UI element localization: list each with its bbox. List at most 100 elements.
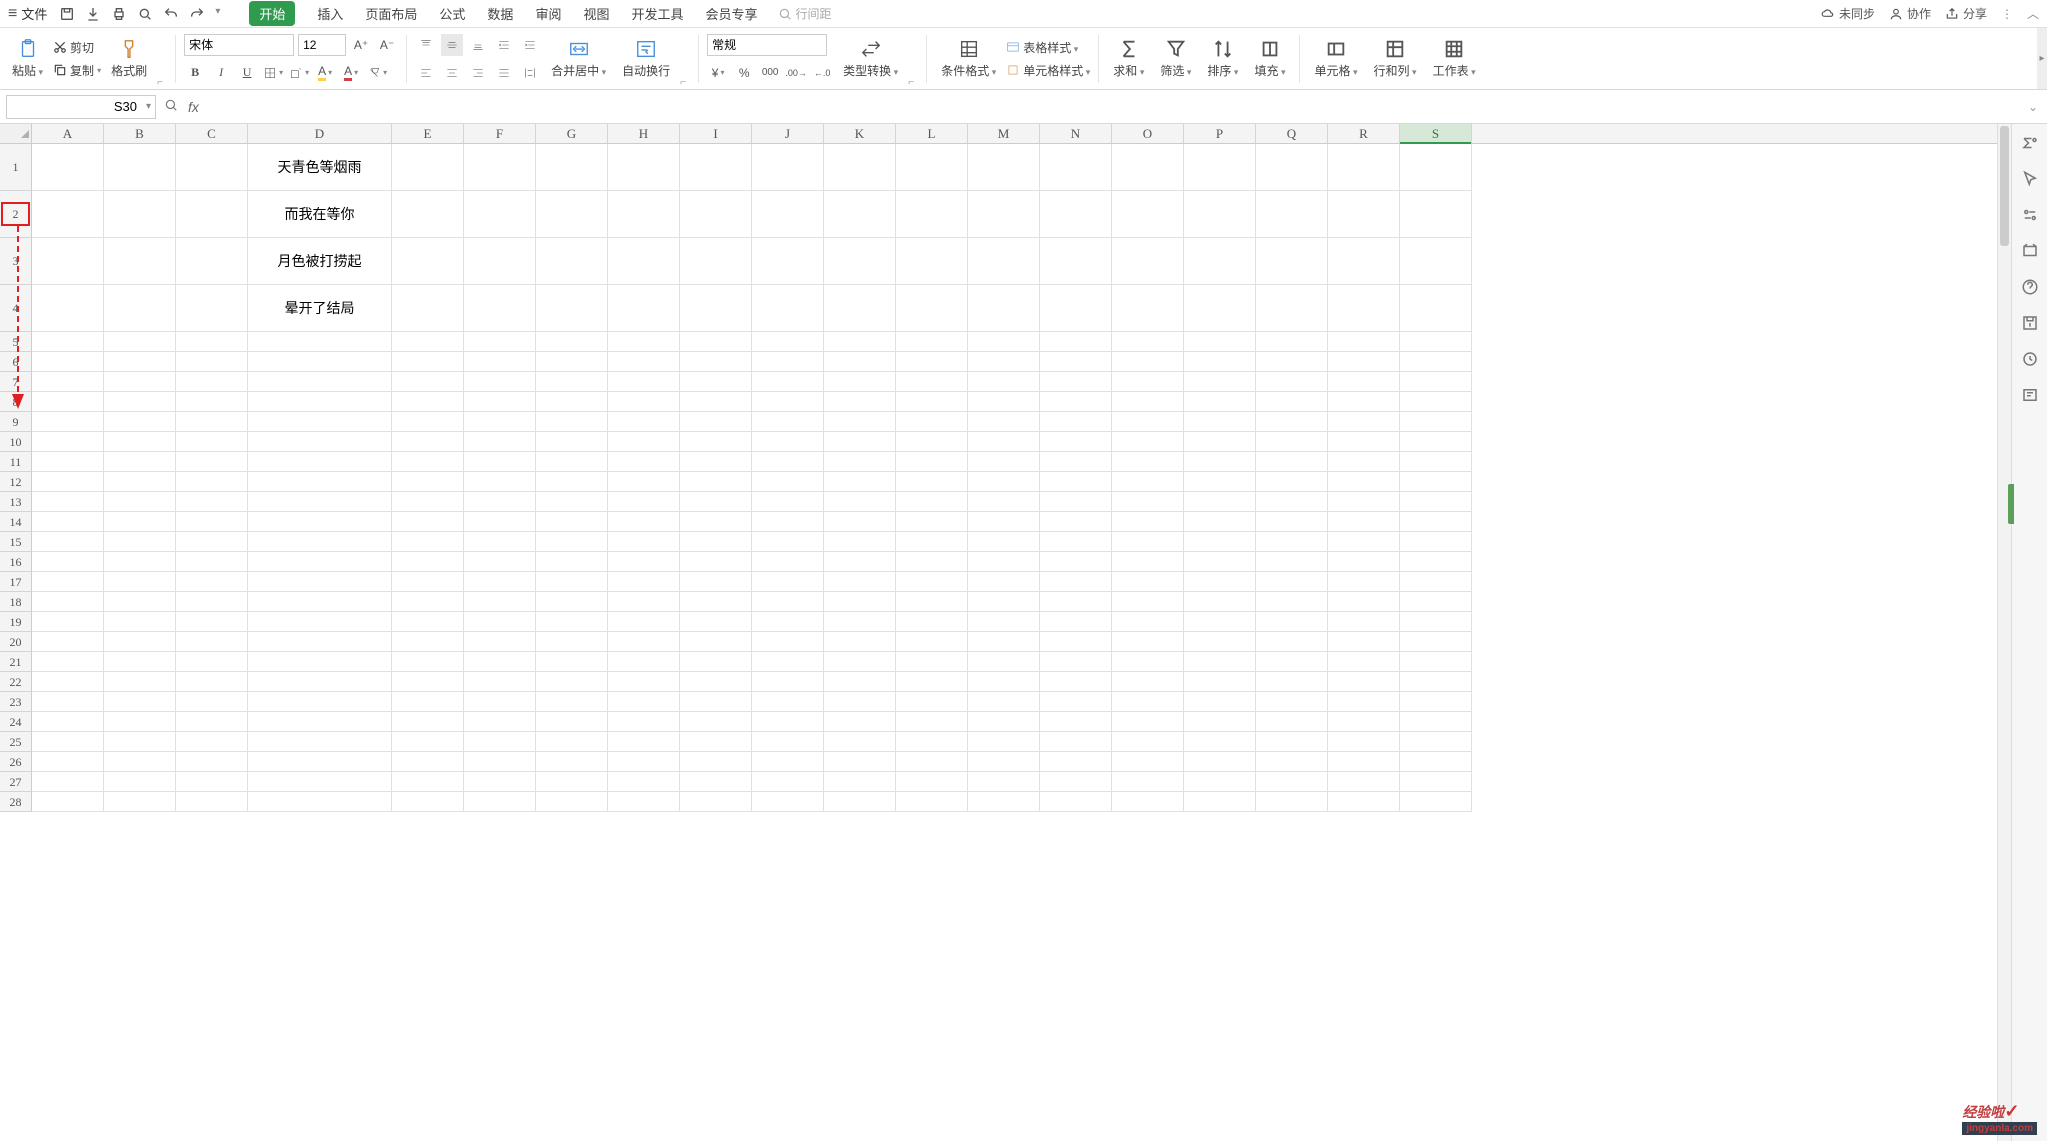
cell-I15[interactable] <box>680 532 752 552</box>
row-header-26[interactable]: 26 <box>0 752 32 772</box>
cell-M15[interactable] <box>968 532 1040 552</box>
cell-J12[interactable] <box>752 472 824 492</box>
cell-D17[interactable] <box>248 572 392 592</box>
redo-icon[interactable] <box>189 6 205 22</box>
cell-J19[interactable] <box>752 612 824 632</box>
menu-icon[interactable]: ≡ <box>8 5 17 23</box>
cell-J18[interactable] <box>752 592 824 612</box>
cell-A14[interactable] <box>32 512 104 532</box>
cell-R27[interactable] <box>1328 772 1400 792</box>
cell-F26[interactable] <box>464 752 536 772</box>
cell-H7[interactable] <box>608 372 680 392</box>
cell-L20[interactable] <box>896 632 968 652</box>
cell-B7[interactable] <box>104 372 176 392</box>
print-icon[interactable] <box>111 6 127 22</box>
cell-C8[interactable] <box>176 392 248 412</box>
cell-E13[interactable] <box>392 492 464 512</box>
cell-I2[interactable] <box>680 191 752 238</box>
distribute-icon[interactable] <box>519 62 541 84</box>
cell-G9[interactable] <box>536 412 608 432</box>
cell-C15[interactable] <box>176 532 248 552</box>
cell-B15[interactable] <box>104 532 176 552</box>
row-header-28[interactable]: 28 <box>0 792 32 812</box>
cell-E8[interactable] <box>392 392 464 412</box>
cell-P10[interactable] <box>1184 432 1256 452</box>
cell-H18[interactable] <box>608 592 680 612</box>
col-header-Q[interactable]: Q <box>1256 124 1328 143</box>
cell-C16[interactable] <box>176 552 248 572</box>
cell-P1[interactable] <box>1184 144 1256 191</box>
cell-N1[interactable] <box>1040 144 1112 191</box>
cell-R15[interactable] <box>1328 532 1400 552</box>
cell-F1[interactable] <box>464 144 536 191</box>
cell-N22[interactable] <box>1040 672 1112 692</box>
cell-N13[interactable] <box>1040 492 1112 512</box>
cell-M26[interactable] <box>968 752 1040 772</box>
rowcol-button[interactable]: 行和列 <box>1368 36 1423 81</box>
align-center-icon[interactable] <box>441 62 463 84</box>
cell-D14[interactable] <box>248 512 392 532</box>
cell-O10[interactable] <box>1112 432 1184 452</box>
cell-A22[interactable] <box>32 672 104 692</box>
cell-G26[interactable] <box>536 752 608 772</box>
cells[interactable]: 1天青色等烟雨2而我在等你3月色被打捞起4晕开了结局56789101112131… <box>0 144 1997 812</box>
cell-R14[interactable] <box>1328 512 1400 532</box>
cell-Q15[interactable] <box>1256 532 1328 552</box>
cell-N25[interactable] <box>1040 732 1112 752</box>
cell-R11[interactable] <box>1328 452 1400 472</box>
cell-S27[interactable] <box>1400 772 1472 792</box>
cell-F22[interactable] <box>464 672 536 692</box>
cell-O21[interactable] <box>1112 652 1184 672</box>
cell-L27[interactable] <box>896 772 968 792</box>
cell-M6[interactable] <box>968 352 1040 372</box>
cell-I17[interactable] <box>680 572 752 592</box>
col-header-F[interactable]: F <box>464 124 536 143</box>
cell-G25[interactable] <box>536 732 608 752</box>
cell-F11[interactable] <box>464 452 536 472</box>
cell-F17[interactable] <box>464 572 536 592</box>
cell-S15[interactable] <box>1400 532 1472 552</box>
cell-N6[interactable] <box>1040 352 1112 372</box>
cell-M21[interactable] <box>968 652 1040 672</box>
col-header-R[interactable]: R <box>1328 124 1400 143</box>
cell-I3[interactable] <box>680 238 752 285</box>
cell-B10[interactable] <box>104 432 176 452</box>
cell-Q11[interactable] <box>1256 452 1328 472</box>
cell-J13[interactable] <box>752 492 824 512</box>
cell-B8[interactable] <box>104 392 176 412</box>
tab-view[interactable]: 视图 <box>583 4 609 23</box>
cell-N19[interactable] <box>1040 612 1112 632</box>
cell-K8[interactable] <box>824 392 896 412</box>
cell-R21[interactable] <box>1328 652 1400 672</box>
cell-M9[interactable] <box>968 412 1040 432</box>
cell-S5[interactable] <box>1400 332 1472 352</box>
cell-P3[interactable] <box>1184 238 1256 285</box>
col-header-H[interactable]: H <box>608 124 680 143</box>
cell-A24[interactable] <box>32 712 104 732</box>
cell-E7[interactable] <box>392 372 464 392</box>
cell-J3[interactable] <box>752 238 824 285</box>
cell-J9[interactable] <box>752 412 824 432</box>
cell-E10[interactable] <box>392 432 464 452</box>
cell-G19[interactable] <box>536 612 608 632</box>
cell-I12[interactable] <box>680 472 752 492</box>
cell-D27[interactable] <box>248 772 392 792</box>
cell-O23[interactable] <box>1112 692 1184 712</box>
cell-L17[interactable] <box>896 572 968 592</box>
cell-M12[interactable] <box>968 472 1040 492</box>
cell-B26[interactable] <box>104 752 176 772</box>
cell-L4[interactable] <box>896 285 968 332</box>
cell-L10[interactable] <box>896 432 968 452</box>
cell-S1[interactable] <box>1400 144 1472 191</box>
cell-G14[interactable] <box>536 512 608 532</box>
cell-D28[interactable] <box>248 792 392 812</box>
cell-Q23[interactable] <box>1256 692 1328 712</box>
cell-P23[interactable] <box>1184 692 1256 712</box>
row-header-20[interactable]: 20 <box>0 632 32 652</box>
cell-P16[interactable] <box>1184 552 1256 572</box>
cell-H6[interactable] <box>608 352 680 372</box>
row-header-27[interactable]: 27 <box>0 772 32 792</box>
cell-K23[interactable] <box>824 692 896 712</box>
cell-N28[interactable] <box>1040 792 1112 812</box>
cell-H3[interactable] <box>608 238 680 285</box>
